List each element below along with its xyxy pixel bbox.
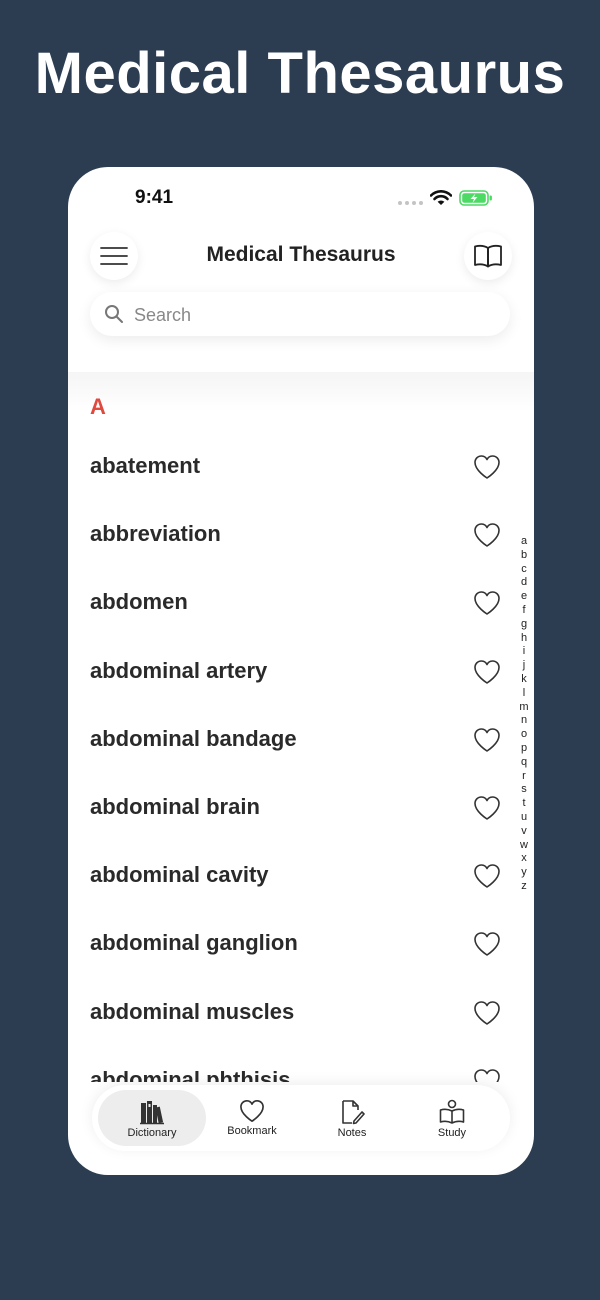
index-letter[interactable]: x [521,852,527,866]
tab-label: Notes [337,1127,367,1139]
index-letter[interactable]: j [523,659,525,673]
word-label: abdominal brain [90,793,260,819]
battery-charging-icon [459,190,492,206]
bookmark-heart-icon[interactable] [473,863,501,889]
open-book-button[interactable] [464,232,512,280]
index-letter[interactable]: z [521,880,527,894]
index-letter[interactable]: a [521,535,527,549]
word-label: abdominal muscles [90,998,295,1024]
open-book-icon [474,244,502,268]
index-letter[interactable]: c [521,563,527,577]
index-letter[interactable]: k [521,673,527,687]
index-letter[interactable]: o [521,728,527,742]
list-item[interactable]: abdominal cavity [68,844,534,912]
index-letter[interactable]: y [521,866,527,880]
tab-bookmark[interactable]: Bookmark [198,1090,306,1146]
list-item[interactable]: abdominal muscles [68,981,534,1049]
tab-dictionary[interactable]: Dictionary [98,1090,206,1146]
reading-person-icon [439,1099,465,1124]
bookmark-heart-icon[interactable] [473,522,501,548]
list-item[interactable]: abdominal ganglion [68,912,534,980]
index-letter[interactable]: d [521,576,527,590]
tab-notes[interactable]: Notes [298,1090,406,1146]
bookmark-heart-icon[interactable] [473,795,501,821]
word-label: abdominal bandage [90,725,297,751]
bookmark-heart-icon[interactable] [473,727,501,753]
tab-label: Study [437,1127,467,1139]
index-letter[interactable]: b [521,549,527,563]
tab-label: Bookmark [227,1125,277,1137]
books-icon [140,1101,164,1125]
status-bar: 9:41 [68,167,534,227]
heart-icon [240,1100,264,1122]
word-list-area: A abatement abbreviation abdomen abdomin… [68,372,534,1082]
wifi-icon [430,190,452,205]
index-letter[interactable]: u [521,811,527,825]
list-item[interactable]: abatement [68,435,534,503]
list-item[interactable]: abdomen [68,571,534,639]
word-label: abdominal phthisis [90,1066,291,1082]
cellular-signal-icon [398,201,423,205]
index-letter[interactable]: w [520,839,528,853]
index-letter[interactable]: r [522,770,526,784]
bookmark-heart-icon[interactable] [473,931,501,957]
index-letter[interactable]: l [523,687,525,701]
index-letter[interactable]: q [521,756,527,770]
search-input[interactable] [132,292,496,338]
word-label: abdominal ganglion [90,930,298,956]
word-label: abatement [90,453,201,478]
alphabet-index[interactable]: a b c d e f g h i j k l m n o p q r s t … [517,535,531,894]
index-letter[interactable]: h [521,632,527,646]
index-letter[interactable]: n [521,714,527,728]
index-letter[interactable]: t [522,797,525,811]
list-item[interactable]: abdominal artery [68,640,534,708]
status-time: 9:41 [135,187,174,208]
word-list: abatement abbreviation abdomen abdominal… [68,435,534,1082]
bookmark-heart-icon[interactable] [473,659,501,685]
phone-frame: 9:41 Medical Thesaurus Search A abatemen… [68,167,534,1175]
index-letter[interactable]: f [522,604,525,618]
nav-bar: Medical Thesaurus [68,231,534,287]
bookmark-heart-icon[interactable] [473,454,501,480]
bookmark-heart-icon[interactable] [473,590,501,616]
bookmark-heart-icon[interactable] [473,1000,501,1026]
list-item[interactable]: abdominal bandage [68,708,534,776]
index-letter[interactable]: s [521,783,527,797]
search-bar[interactable] [90,292,510,338]
list-item[interactable]: abbreviation [68,503,534,571]
list-item[interactable]: abdominal brain [68,776,534,844]
search-icon [105,305,123,323]
section-header-letter: A [90,394,106,419]
tab-label: Dictionary [127,1127,177,1139]
index-letter[interactable]: g [521,618,527,632]
list-item[interactable]: abdominal phthisis [68,1049,534,1082]
index-letter[interactable]: v [521,825,527,839]
word-label: abdominal cavity [90,862,269,888]
word-label: abdomen [90,589,188,615]
bottom-tab-bar: Dictionary Bookmark Notes Study [92,1085,510,1151]
word-label: abbreviation [90,521,221,547]
index-letter[interactable]: e [521,590,527,604]
promo-title: Medical Thesaurus [34,41,566,106]
bookmark-heart-icon[interactable] [473,1068,501,1082]
tab-study[interactable]: Study [398,1090,506,1146]
note-edit-icon [342,1100,365,1125]
index-letter[interactable]: m [519,701,528,715]
word-label: abdominal artery [90,657,268,683]
index-letter[interactable]: i [523,645,525,659]
index-letter[interactable]: p [521,742,527,756]
